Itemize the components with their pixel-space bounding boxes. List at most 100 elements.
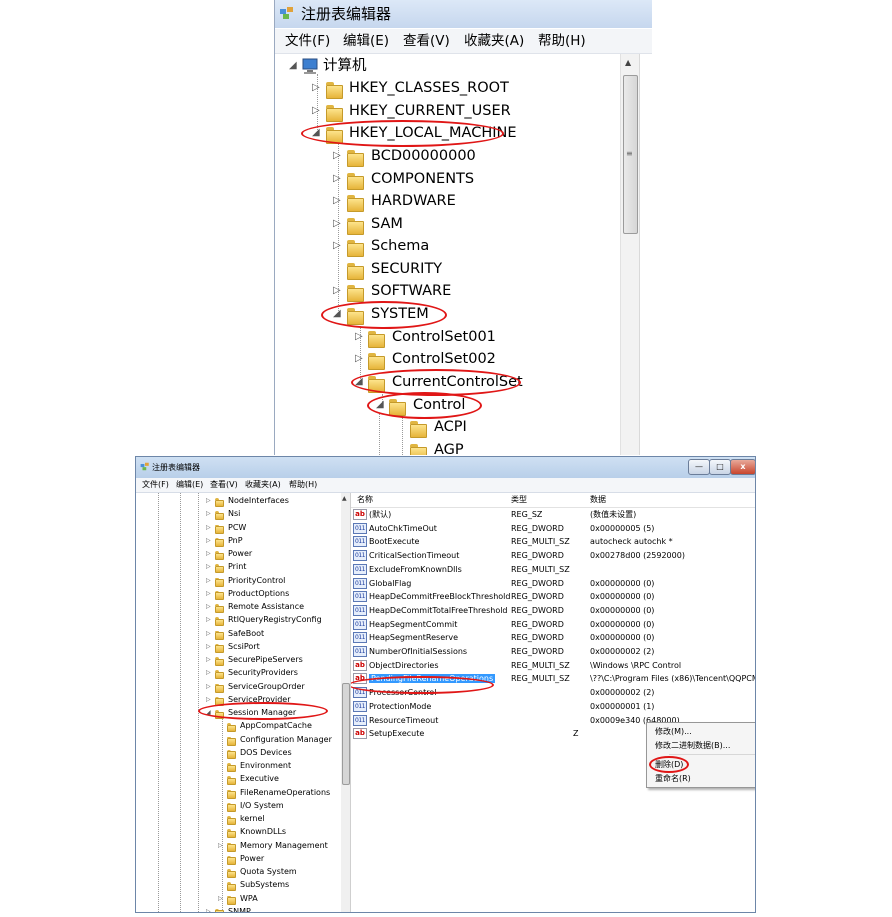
expand-arrow-icon[interactable]: ▷ — [206, 653, 211, 666]
expand-arrow-icon[interactable]: ▷ — [206, 666, 211, 679]
expand-arrow-icon[interactable]: ▷ — [206, 547, 211, 560]
expand-arrow-icon[interactable]: ▷ — [206, 560, 211, 573]
expand-arrow-icon[interactable]: ▷ — [218, 839, 223, 852]
expand-arrow-icon[interactable]: ▷ — [312, 77, 320, 99]
expand-arrow-icon[interactable]: ▷ — [312, 100, 320, 122]
value-row[interactable]: 011 BootExecute REG_MULTI_SZ autocheck auto… — [351, 535, 755, 549]
folder-icon — [410, 443, 427, 455]
value-row[interactable]: ab ObjectDirectories REG_MULTI_SZ \Windows … — [351, 659, 755, 673]
menu-edit[interactable]: 编辑(E) — [343, 29, 389, 53]
value-row[interactable]: 011 HeapSegmentCommit REG_DWORD 0x00000000 … — [351, 618, 755, 632]
value-row[interactable]: 011 HeapDeCommitTotalFreeThreshold REG_DWO… — [351, 604, 755, 618]
context-item-modify-binary[interactable]: 修改二进制数据(B)... — [655, 740, 730, 752]
value-row[interactable]: 011 HeapSegmentReserve REG_DWORD 0x00000000… — [351, 631, 755, 645]
expand-arrow-icon[interactable]: ▷ — [355, 348, 363, 370]
tree-label: Remote Assistance — [228, 602, 305, 611]
context-item-rename[interactable]: 重命名(R) — [655, 773, 691, 785]
highlight-ellipse-hklm — [301, 120, 504, 147]
menu-help[interactable]: 帮助(H) — [289, 478, 317, 492]
top-window-title: 注册表编辑器 — [301, 5, 392, 23]
folder-icon — [347, 284, 364, 302]
tree-label: Environment — [240, 761, 292, 770]
expand-arrow-icon[interactable]: ▷ — [333, 213, 341, 235]
bottom-tree-scrollbar[interactable]: ▲ — [341, 493, 351, 912]
scrollbar-thumb[interactable] — [342, 683, 350, 785]
scroll-up-arrow-icon[interactable]: ▲ — [625, 58, 631, 67]
menu-favorites[interactable]: 收藏夹(A) — [245, 478, 281, 492]
scroll-up-arrow-icon[interactable]: ▲ — [342, 495, 347, 502]
value-row[interactable]: 011 ExcludeFromKnownDlls REG_MULTI_SZ — [351, 563, 755, 577]
expand-arrow-icon[interactable]: ▷ — [206, 600, 211, 613]
close-button[interactable]: x — [730, 459, 755, 475]
tree-label: ACPI — [434, 419, 467, 435]
column-header-type[interactable]: 类型 — [511, 493, 527, 507]
menu-file[interactable]: 文件(F) — [142, 478, 169, 492]
value-row[interactable]: 011 AutoChkTimeOut REG_DWORD 0x00000005 (5) — [351, 522, 755, 536]
expand-arrow-icon[interactable]: ▷ — [333, 145, 341, 167]
menu-view[interactable]: 查看(V) — [210, 478, 238, 492]
binary-value-icon: 011 — [353, 563, 367, 575]
maximize-button[interactable]: □ — [709, 459, 731, 475]
minimize-button[interactable]: — — [688, 459, 710, 475]
string-value-icon: ab — [353, 509, 367, 520]
value-type: REG_DWORD — [511, 647, 564, 656]
menu-view[interactable]: 查看(V) — [403, 29, 450, 53]
value-data: 0x00000000 (0) — [590, 592, 655, 602]
tree-label: RtlQueryRegistryConfig — [228, 615, 322, 625]
binary-value-icon: 011 — [353, 536, 367, 548]
value-type: REG_DWORD — [511, 578, 564, 588]
expand-arrow-icon[interactable]: ▷ — [206, 534, 211, 547]
menu-help[interactable]: 帮助(H) — [538, 29, 586, 53]
column-header-name[interactable]: 名称 — [357, 493, 373, 507]
value-name: AutoChkTimeOut — [369, 523, 437, 533]
expand-arrow-icon[interactable]: ▷ — [206, 693, 211, 706]
folder-icon — [215, 683, 224, 693]
top-tree-scrollbar[interactable]: ▲ ≡ — [620, 54, 639, 455]
value-name: ResourceTimeout — [369, 715, 439, 725]
expand-arrow-icon[interactable]: ▷ — [206, 905, 211, 912]
binary-value-icon: 011 — [353, 714, 367, 726]
folder-icon — [215, 643, 224, 653]
menu-file[interactable]: 文件(F) — [285, 29, 330, 53]
value-row[interactable]: 011 CriticalSectionTimeout REG_DWORD 0x0027… — [351, 549, 755, 563]
expand-arrow-icon[interactable]: ▷ — [206, 587, 211, 600]
value-type: REG_MULTI_SZ — [511, 674, 570, 684]
value-row[interactable]: 011 ProtectionMode 0x00000001 (1) — [351, 700, 755, 714]
expand-arrow-icon[interactable]: ▷ — [206, 640, 211, 653]
menu-favorites[interactable]: 收藏夹(A) — [464, 29, 524, 53]
expand-arrow-icon[interactable]: ▷ — [206, 494, 211, 507]
expand-arrow-icon[interactable]: ▷ — [333, 280, 341, 302]
expand-arrow-icon[interactable]: ▷ — [333, 235, 341, 257]
tree-label: SAM — [371, 216, 403, 232]
tree-label: Configuration Manager — [240, 734, 332, 744]
column-header-data[interactable]: 数据 — [590, 493, 606, 507]
expand-arrow-icon[interactable]: ▷ — [206, 627, 211, 640]
value-row[interactable]: 011 HeapDeCommitFreeBlockThreshold REG_DWO… — [351, 590, 755, 604]
value-row[interactable]: ab (默认) REG_SZ (数值未设置) — [351, 508, 755, 522]
menu-edit[interactable]: 编辑(E) — [176, 478, 203, 492]
value-row[interactable]: 011 GlobalFlag REG_DWORD 0x00000000 (0) — [351, 577, 755, 591]
top-menu-bar: 文件(F) 编辑(E) 查看(V) 收藏夹(A) 帮助(H) — [275, 29, 652, 54]
tree-label: ProductOptions — [228, 588, 290, 598]
folder-icon — [227, 829, 236, 839]
expand-arrow-icon[interactable]: ▷ — [206, 521, 211, 534]
context-item-modify[interactable]: 修改(M)... — [655, 726, 692, 738]
expand-arrow-icon[interactable]: ▷ — [206, 507, 211, 520]
highlight-ellipse-pending-rename — [351, 676, 494, 694]
binary-value-icon: 011 — [353, 632, 367, 644]
expand-arrow-icon[interactable]: ▷ — [206, 680, 211, 693]
collapse-arrow-icon[interactable]: ◢ — [289, 55, 297, 77]
expand-arrow-icon[interactable]: ▷ — [218, 892, 223, 905]
expand-arrow-icon[interactable]: ▷ — [333, 168, 341, 190]
value-row[interactable]: 011 NumberOfInitialSessions REG_DWORD 0x000… — [351, 645, 755, 659]
value-type: REG_MULTI_SZ — [511, 660, 570, 670]
expand-arrow-icon[interactable]: ▷ — [206, 574, 211, 587]
value-data: 0x00000000 (0) — [590, 605, 655, 615]
folder-icon — [227, 816, 236, 825]
expand-arrow-icon[interactable]: ▷ — [355, 326, 363, 348]
value-data: 0x00000002 (2) — [590, 688, 655, 698]
value-name: CriticalSectionTimeout — [369, 551, 460, 561]
expand-arrow-icon[interactable]: ▷ — [206, 613, 211, 626]
expand-arrow-icon[interactable]: ▷ — [333, 190, 341, 212]
value-data: 0x00000002 (2) — [590, 647, 655, 656]
